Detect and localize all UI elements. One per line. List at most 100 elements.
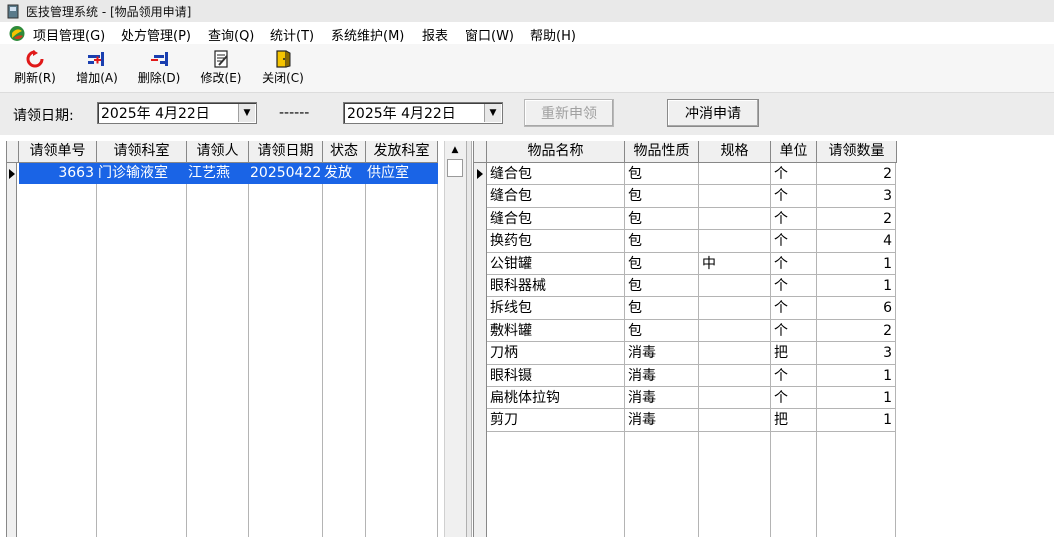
cell-item-name: 缝合包: [490, 188, 532, 204]
date-from-value: 2025年 4月22日: [101, 106, 210, 122]
col-header-requester[interactable]: 请领人: [187, 141, 249, 163]
exit-door-icon: [276, 50, 291, 68]
cell-requester: 江艺燕: [188, 165, 230, 181]
grid-corner: [7, 141, 19, 163]
grid-corner: [474, 141, 487, 163]
cell-unit: 个: [774, 368, 788, 384]
col-header-unit[interactable]: 单位: [771, 141, 817, 163]
cell-spec: [702, 297, 768, 319]
pane-splitter[interactable]: [466, 141, 472, 537]
col-header-spec[interactable]: 规格: [699, 141, 771, 163]
current-row-icon: [9, 169, 15, 179]
scroll-thumb[interactable]: [447, 159, 463, 177]
date-to-picker[interactable]: 2025年 4月22日 ▼: [343, 102, 503, 124]
cell-quantity: 2: [883, 323, 892, 339]
col-header-issue-dept[interactable]: 发放科室: [366, 141, 438, 163]
delete-button[interactable]: 删除(D): [131, 48, 187, 90]
scroll-up-icon[interactable]: ▲: [447, 143, 463, 157]
refresh-button[interactable]: 刷新(R): [7, 48, 63, 90]
cell-unit: 个: [774, 166, 788, 182]
cell-quantity: 4: [883, 233, 892, 249]
add-button[interactable]: 增加(A): [69, 48, 125, 90]
cell-spec: [702, 342, 768, 364]
menu-window[interactable]: 窗口(W): [465, 25, 514, 44]
cell-quantity: 1: [883, 278, 892, 294]
col-header-item-name[interactable]: 物品名称: [487, 141, 625, 163]
row-selector-column: [474, 163, 487, 537]
cell-item-name: 刀柄: [490, 345, 518, 361]
row-divider: [487, 431, 896, 432]
col-header-request-date[interactable]: 请领日期: [249, 141, 323, 163]
cell-item-type: 消毒: [628, 390, 656, 406]
menu-system-maintenance[interactable]: 系统维护(M): [331, 25, 404, 44]
col-header-quantity[interactable]: 请领数量: [817, 141, 897, 163]
date-to-value: 2025年 4月22日: [347, 106, 456, 122]
col-header-request-dept[interactable]: 请领科室: [97, 141, 187, 163]
cell-item-type: 包: [628, 166, 642, 182]
cell-spec: [702, 275, 768, 297]
cell-spec: [702, 208, 768, 230]
date-from-picker[interactable]: 2025年 4月22日 ▼: [97, 102, 257, 124]
cell-item-type: 消毒: [628, 345, 656, 361]
close-button[interactable]: 关闭(C): [255, 48, 311, 90]
app-icon: [7, 4, 19, 19]
request-list-grid[interactable]: 请领单号 请领科室 请领人 请领日期 状态 发放科室 3663 门诊输液室 江艺…: [6, 141, 445, 537]
cell-request-dept: 门诊输液室: [98, 165, 168, 181]
menu-query[interactable]: 查询(Q): [208, 25, 254, 44]
table-row[interactable]: 3663 门诊输液室 江艺燕 20250422 发放 供应室: [19, 163, 438, 184]
cell-item-type: 包: [628, 211, 642, 227]
cell-item-type: 包: [628, 188, 642, 204]
close-label: 关闭(C): [262, 71, 304, 85]
edit-icon: [214, 50, 228, 68]
cell-spec: [702, 230, 768, 252]
menu-bar: 项目管理(G) 处方管理(P) 查询(Q) 统计(T) 系统维护(M) 报表 窗…: [0, 22, 1054, 44]
col-header-status[interactable]: 状态: [323, 141, 366, 163]
cell-item-type: 消毒: [628, 368, 656, 384]
cell-item-name: 缝合包: [490, 166, 532, 182]
col-header-item-type[interactable]: 物品性质: [625, 141, 699, 163]
add-label: 增加(A): [76, 71, 118, 85]
mdi-child-icon[interactable]: [8, 25, 26, 42]
refresh-label: 刷新(R): [14, 71, 56, 85]
item-detail-grid[interactable]: 物品名称 物品性质 规格 单位 请领数量 缝合包包个 2 缝合包包个 3 缝合包包个 2 换…: [473, 141, 897, 537]
cell-status: 发放: [324, 165, 352, 181]
cell-issue-dept: 供应室: [367, 165, 409, 181]
chevron-down-icon[interactable]: ▼: [484, 104, 501, 122]
cell-quantity: 2: [883, 211, 892, 227]
menu-report[interactable]: 报表: [422, 25, 448, 44]
edit-button[interactable]: 修改(E): [193, 48, 249, 90]
delete-label: 删除(D): [137, 71, 181, 85]
cell-spec: 中: [702, 256, 716, 272]
cell-quantity: 1: [883, 368, 892, 384]
cell-quantity: 1: [883, 390, 892, 406]
col-header-request-no[interactable]: 请领单号: [19, 141, 97, 163]
reapply-button[interactable]: 重新申领: [524, 99, 614, 127]
cell-item-type: 包: [628, 256, 642, 272]
current-row-icon: [477, 169, 483, 179]
vertical-scrollbar[interactable]: ▲: [444, 141, 467, 537]
cell-unit: 把: [774, 412, 788, 428]
menu-prescription[interactable]: 处方管理(P): [121, 25, 191, 44]
date-label: 请领日期:: [13, 108, 74, 124]
cell-unit: 个: [774, 278, 788, 294]
cell-unit: 把: [774, 345, 788, 361]
chevron-down-icon[interactable]: ▼: [238, 104, 255, 122]
menu-statistics[interactable]: 统计(T): [270, 25, 314, 44]
cell-quantity: 1: [883, 412, 892, 428]
title-bar: 医技管理系统 - [物品领用申请]: [0, 0, 1054, 22]
menu-help[interactable]: 帮助(H): [530, 25, 576, 44]
cell-item-name: 剪刀: [490, 412, 518, 428]
cell-item-name: 眼科镊: [490, 368, 532, 384]
add-row-icon: [88, 52, 104, 66]
cell-item-name: 眼科器械: [490, 278, 546, 294]
cell-unit: 个: [774, 188, 788, 204]
cell-spec: [702, 365, 768, 387]
menu-project[interactable]: 项目管理(G): [33, 25, 105, 44]
cell-unit: 个: [774, 300, 788, 316]
cell-quantity: 1: [883, 256, 892, 272]
cell-item-type: 包: [628, 233, 642, 249]
date-separator: ------: [279, 105, 310, 121]
cell-spec: [702, 320, 768, 342]
cancel-apply-button[interactable]: 冲消申请: [667, 99, 759, 127]
cell-quantity: 3: [883, 188, 892, 204]
